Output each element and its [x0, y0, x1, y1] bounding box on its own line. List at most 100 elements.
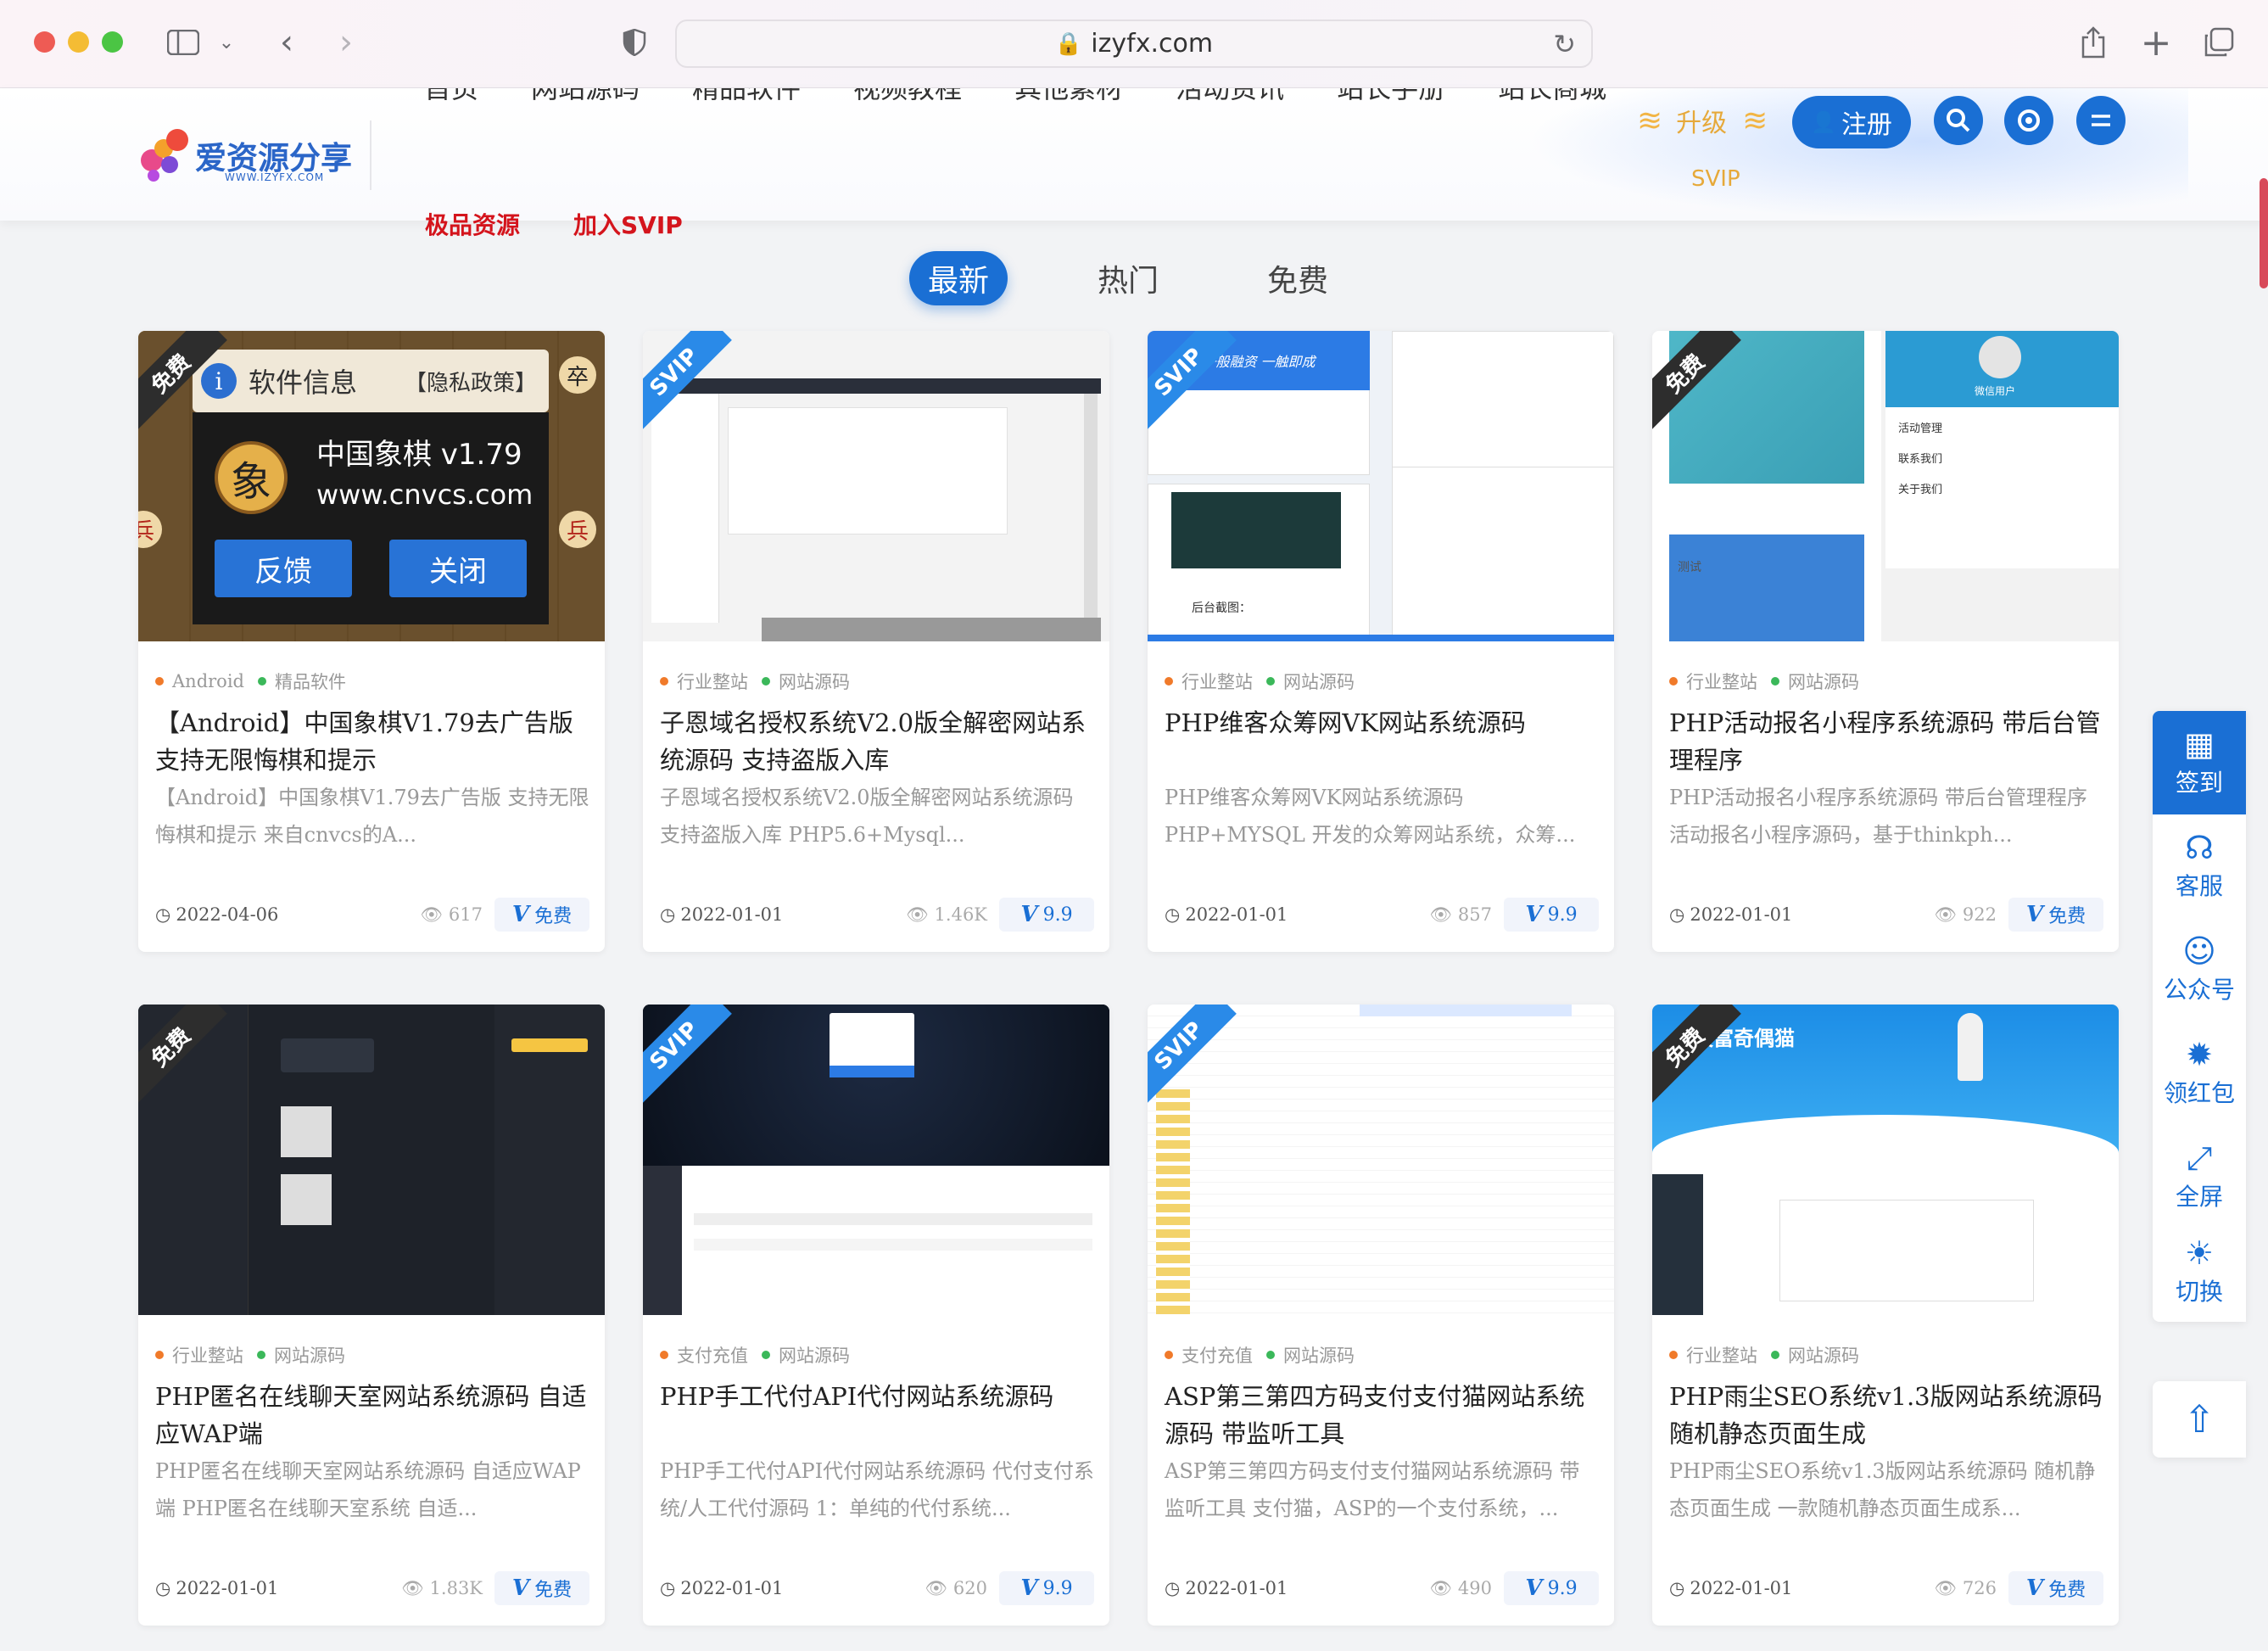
- nav-item-video[interactable]: 视频教程: [853, 88, 962, 105]
- category-dot: [1165, 677, 1173, 686]
- sidebar-item-switch-theme[interactable]: ☀ 切换: [2153, 1220, 2246, 1324]
- v-icon: V: [511, 902, 530, 927]
- forward-button[interactable]: ›: [329, 22, 363, 63]
- new-tab-icon[interactable]: +: [2137, 21, 2175, 64]
- address-bar[interactable]: 🔒 izyfx.com ↻: [675, 20, 1593, 68]
- card-categories: Android 精品软件: [155, 669, 346, 694]
- category-dot: [1266, 1351, 1275, 1359]
- sidebar-toggle-icon[interactable]: [165, 22, 202, 63]
- category-link[interactable]: 行业整站: [677, 669, 748, 694]
- resource-card[interactable]: 免费 行业整站 网站源码 PHP匿名在线聊天室网站系统源码 自适应WAP端 PH…: [138, 1005, 605, 1626]
- price-badge[interactable]: V 免费: [494, 1571, 589, 1605]
- category-link[interactable]: 支付充值: [1181, 1342, 1253, 1368]
- category-link[interactable]: 行业整站: [172, 1342, 243, 1368]
- nav-item-news[interactable]: 活动资讯: [1176, 88, 1284, 105]
- resource-card[interactable]: SVIP 支付充值 网站源码 ASP第三第四方码支付支付猫网站系统源码 带监听工…: [1148, 1005, 1614, 1626]
- card-date: 2022-04-06: [176, 904, 279, 925]
- sidebar-item-support[interactable]: ☊ 客服: [2153, 814, 2246, 918]
- site-logo[interactable]: 爱资源分享 WWW.IZYFX.COM: [136, 126, 352, 193]
- resource-card[interactable]: 测试 微信用户 活动管理 联系我们 关于我们 免费 行业整站 网站源码 PHP活…: [1652, 331, 2119, 952]
- tab-latest[interactable]: 最新: [909, 251, 1008, 305]
- category-link[interactable]: 支付充值: [677, 1342, 748, 1368]
- category-link[interactable]: Android: [172, 671, 244, 691]
- card-title[interactable]: PHP手工代付API代付网站系统源码: [660, 1378, 1094, 1415]
- zoom-window-button[interactable]: [102, 31, 123, 53]
- nav-item-shop[interactable]: 站长商城: [1498, 88, 1606, 105]
- thumb-side-piece-right: 兵: [559, 511, 596, 548]
- card-title[interactable]: 【Android】中国象棋V1.79去广告版 支持无限悔棋和提示: [155, 704, 589, 779]
- tab-hot[interactable]: 热门: [1077, 251, 1179, 305]
- card-title[interactable]: PHP雨尘SEO系统v1.3版网站系统源码 随机静态页面生成: [1669, 1378, 2103, 1452]
- category-link[interactable]: 网站源码: [1788, 1342, 1859, 1368]
- menu-button[interactable]: [2076, 96, 2126, 145]
- nav-item-software[interactable]: 精品软件: [692, 88, 801, 105]
- price-badge[interactable]: V 免费: [2008, 898, 2103, 932]
- card-title[interactable]: 子恩域名授权系统V2.0版全解密网站系统源码 支持盗版入库: [660, 704, 1094, 779]
- sidebar-item-fullscreen[interactable]: ⤢ 全屏: [2153, 1125, 2246, 1228]
- settings-button[interactable]: [2004, 96, 2053, 145]
- card-views: 👁 857: [1429, 904, 1492, 925]
- tab-free[interactable]: 免费: [1247, 251, 1349, 305]
- close-window-button[interactable]: [34, 31, 55, 53]
- back-to-top-button[interactable]: ⇧: [2153, 1381, 2246, 1458]
- category-link[interactable]: 网站源码: [779, 1342, 850, 1368]
- price-badge[interactable]: V 9.9: [999, 1571, 1094, 1605]
- resource-card[interactable]: SVIP 行业整站 网站源码 子恩域名授权系统V2.0版全解密网站系统源码 支持…: [643, 331, 1109, 952]
- category-link[interactable]: 精品软件: [275, 669, 346, 694]
- reload-icon[interactable]: ↻: [1553, 28, 1576, 60]
- nav-item-join-svip[interactable]: 加入SVIP: [573, 207, 683, 241]
- v-icon: V: [2025, 902, 2044, 927]
- category-link[interactable]: 行业整站: [1181, 669, 1253, 694]
- menu-icon: [2092, 115, 2110, 126]
- nav-item-source[interactable]: 网站源码: [531, 88, 640, 105]
- category-link[interactable]: 网站源码: [779, 669, 850, 694]
- card-title[interactable]: PHP匿名在线聊天室网站系统源码 自适应WAP端: [155, 1378, 589, 1452]
- card-thumbnail: [138, 1005, 605, 1315]
- scrollbar-thumb[interactable]: [2260, 178, 2268, 288]
- chevron-down-icon[interactable]: ⌄: [214, 22, 239, 63]
- price-badge[interactable]: V 9.9: [1504, 898, 1599, 932]
- category-link[interactable]: 网站源码: [1283, 1342, 1355, 1368]
- nav-item-material[interactable]: 其他素材: [1014, 88, 1123, 105]
- resource-card[interactable]: i 软件信息 【隐私政策】 象 中国象棋 v1.79 www.cnvcs.com…: [138, 331, 605, 952]
- resource-card[interactable]: SVIP 支付充值 网站源码 PHP手工代付API代付网站系统源码 PHP手工代…: [643, 1005, 1109, 1626]
- search-button[interactable]: [1934, 96, 1983, 145]
- card-footer: ◷ 2022-01-01 👁 490 V 9.9: [1165, 1571, 1599, 1605]
- category-link[interactable]: 行业整站: [1686, 669, 1757, 694]
- nav-item-premium[interactable]: 极品资源: [425, 207, 520, 241]
- clock-icon: ◷: [1165, 904, 1181, 925]
- price-badge[interactable]: V 免费: [2008, 1571, 2103, 1605]
- expand-icon: ⤢: [2186, 1139, 2213, 1177]
- category-link[interactable]: 行业整站: [1686, 1342, 1757, 1368]
- upgrade-button[interactable]: ≋ 升级 ≋: [1637, 102, 1768, 139]
- resource-card[interactable]: 天富奇偶猫 免费 行业整站 网站源码 PHP雨尘SEO系统v1.3版网站系统源码…: [1652, 1005, 2119, 1626]
- category-link[interactable]: 网站源码: [1788, 669, 1859, 694]
- share-icon[interactable]: [2075, 22, 2112, 63]
- nav-item-manual[interactable]: 站长手册: [1337, 88, 1445, 105]
- thumb-app-site: www.cnvcs.com: [316, 479, 533, 511]
- card-footer: ◷ 2022-01-01 👁 1.46K V 9.9: [660, 898, 1094, 932]
- card-title[interactable]: ASP第三第四方码支付支付猫网站系统源码 带监听工具: [1165, 1378, 1599, 1452]
- price-badge[interactable]: V 9.9: [1504, 1571, 1599, 1605]
- card-title[interactable]: PHP活动报名小程序系统源码 带后台管理程序: [1669, 704, 2103, 779]
- eye-icon: 👁: [420, 904, 444, 925]
- eye-icon: 👁: [1934, 904, 1958, 925]
- sidebar-item-redpacket[interactable]: ✹ 领红包: [2153, 1021, 2246, 1125]
- sidebar-item-wechat[interactable]: ☺ 公众号: [2153, 918, 2246, 1021]
- nav-item-home[interactable]: 首页: [424, 88, 478, 105]
- clock-icon: ◷: [1669, 1578, 1685, 1598]
- price-badge[interactable]: V 免费: [494, 898, 589, 932]
- category-dot: [257, 677, 266, 686]
- minimize-window-button[interactable]: [68, 31, 89, 53]
- card-title[interactable]: PHP维客众筹网VK网站系统源码: [1165, 704, 1599, 742]
- category-link[interactable]: 网站源码: [274, 1342, 345, 1368]
- price-badge[interactable]: V 9.9: [999, 898, 1094, 932]
- resource-card[interactable]: 一般融资 一触即成 后台截图： SVIP 行业整站 网站源码 PHP维客众筹网V…: [1148, 331, 1614, 952]
- tab-overview-icon[interactable]: [2200, 22, 2237, 63]
- v-icon: V: [1020, 1575, 1038, 1601]
- back-button[interactable]: ‹: [270, 22, 304, 63]
- sidebar-item-checkin[interactable]: ▦ 签到: [2153, 711, 2246, 814]
- category-link[interactable]: 网站源码: [1283, 669, 1355, 694]
- shield-icon[interactable]: [617, 22, 651, 63]
- register-button[interactable]: 👤 注册: [1792, 96, 1911, 148]
